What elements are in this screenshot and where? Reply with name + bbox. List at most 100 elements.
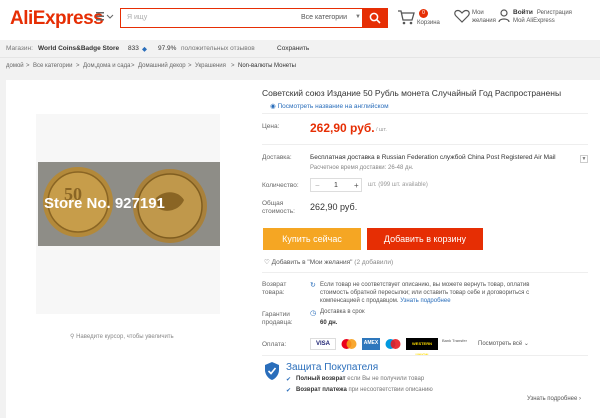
quantity-decrease-button[interactable]: − [315, 181, 320, 190]
total-label: Общая стоимость: [262, 200, 295, 216]
breadcrumb-sep: > [188, 63, 192, 69]
wishlist-button[interactable]: Мои желания [454, 9, 496, 25]
quantity-label: Количество: [262, 182, 299, 189]
zoom-hint: ⚲ Наведите курсор, чтобы увеличить [70, 333, 174, 340]
total-price: 262,90 руб. [310, 202, 358, 212]
breadcrumb-ornaments[interactable]: Украшения [195, 63, 226, 69]
price-label: Цена: [262, 123, 280, 130]
search-input[interactable]: Я ищу [127, 14, 147, 21]
guarantee-text: Доставка в срок [320, 309, 365, 315]
magnifier-icon: ⚲ [70, 334, 75, 340]
search-button[interactable] [362, 8, 388, 28]
category-select[interactable]: Все категории [301, 14, 347, 21]
diamond-icon: ◆ [142, 46, 147, 53]
search-bar[interactable]: Я ищу Все категории ▼ [120, 8, 388, 28]
price-unit: / шт. [376, 127, 387, 133]
price: 262,90 руб. [310, 121, 375, 135]
return-policy-text: Если товар не соответствует описанию, вы… [320, 281, 558, 305]
check-icon: ✔ [286, 388, 292, 394]
add-to-cart-button[interactable]: Добавить в корзину [367, 228, 483, 250]
guarantee-label-line2: продавца: [262, 319, 293, 326]
buy-now-button[interactable]: Купить сейчас [263, 228, 361, 250]
store-label: Магазин: [6, 45, 33, 52]
shipping-label: Доставка: [262, 154, 292, 161]
protection-payment-return-rest: при несоответствии описанию [348, 387, 433, 393]
store-name-link[interactable]: World Coins&Badge Store [38, 45, 119, 52]
return-icon: ↻ [310, 282, 316, 289]
learn-more-text[interactable]: Узнать подробнее [527, 396, 577, 402]
translate-title-text[interactable]: Посмотреть название на английском [277, 103, 388, 110]
categories-menu-button[interactable] [96, 11, 118, 25]
divider [262, 355, 588, 356]
total-label-line2: стоимость: [262, 208, 295, 215]
header: AliExpress Я ищу Все категории ▼ 0 Корзи… [0, 0, 600, 40]
account-menu[interactable]: Войти Регистрация Мой AliExpress [498, 9, 572, 25]
store-score: 833 [128, 45, 139, 52]
quantity-increase-button[interactable]: + [354, 181, 359, 190]
register-link[interactable]: Регистрация [537, 10, 572, 16]
quantity-stepper[interactable]: − 1 + [310, 178, 362, 192]
return-label: Возврат товара: [262, 281, 286, 297]
breadcrumb-all-categories[interactable]: Все категории [33, 63, 72, 69]
mastercard-icon [340, 338, 358, 350]
guarantee-label-line1: Гарантии [262, 311, 290, 318]
view-all-payments-text[interactable]: Посмотреть всё [478, 341, 522, 347]
check-icon: ✔ [286, 377, 292, 383]
cart-label: Корзина [417, 20, 440, 26]
total-label-line1: Общая [262, 200, 284, 207]
protection-payment-return-bold: Возврат платежа [296, 387, 347, 393]
product-image[interactable]: 50 Store No. 927191 [38, 162, 220, 246]
breadcrumb-sep: > [131, 63, 135, 69]
western-union-icon: WESTERN UNION [406, 338, 438, 357]
signin-link[interactable]: Войти [513, 9, 533, 16]
heart-icon [454, 9, 470, 23]
bank-transfer-icon: Bank Transfer [442, 338, 468, 350]
chevron-down-icon: ▼ [355, 14, 361, 20]
view-all-payments-link[interactable]: Посмотреть всё ⌄ [478, 340, 529, 347]
signin-register[interactable]: Войти Регистрация [513, 9, 572, 16]
divider [262, 113, 588, 114]
breadcrumb-home-garden[interactable]: Дом,дома и сада [83, 63, 130, 69]
zoom-hint-text: Наведите курсор, чтобы увеличить [76, 334, 174, 340]
breadcrumb-sep: > [26, 63, 30, 69]
buyer-protection-title: Защита Покупателя [286, 362, 379, 373]
search-icon [369, 12, 381, 24]
cart-button[interactable]: 0 Корзина [397, 9, 440, 27]
add-to-wishlist-link[interactable]: ♡ Добавить в "Мои желания" (2 добавили) [264, 258, 393, 266]
guarantee-days: 60 дн. [320, 320, 338, 326]
user-icon [498, 9, 510, 23]
quantity-input[interactable]: 1 [334, 182, 338, 189]
visa-icon: VISA [310, 338, 336, 350]
breadcrumb-sep: > [76, 63, 80, 69]
protection-payment-return: Возврат платежа при несоответствии описа… [296, 387, 433, 393]
translate-title-link[interactable]: ◉ Посмотреть название на английском [270, 102, 389, 110]
return-label-line1: Возврат [262, 281, 287, 288]
breadcrumb: домой > Все категории > Дом,дома и сада … [0, 60, 600, 74]
divider [262, 144, 588, 145]
breadcrumb-current: Non-валюты Монеты [238, 63, 296, 69]
divider [262, 272, 588, 273]
aliexpress-logo[interactable]: AliExpress [10, 8, 104, 30]
my-account-link[interactable]: Мой AliExpress [513, 18, 555, 24]
chevron-right-icon: › [579, 396, 582, 402]
guarantee-label: Гарантии продавца: [262, 311, 293, 327]
watermark-text: Store No. 927191 [44, 195, 165, 212]
clock-icon: ◷ [310, 310, 317, 317]
breadcrumb-home[interactable]: домой [6, 63, 24, 69]
add-to-wishlist-text[interactable]: Добавить в "Мои желания" [272, 259, 353, 266]
coins-image: 50 Store No. 927191 [38, 162, 220, 246]
save-store-button[interactable]: Сохранить [277, 45, 309, 52]
protection-full-refund-rest: если Вы не получили товар [347, 376, 425, 382]
protection-full-refund-bold: Полный возврат [296, 376, 346, 382]
return-more-link[interactable]: Узнать подробнее [400, 298, 450, 304]
learn-more-link[interactable]: Узнать подробнее › [527, 396, 581, 402]
protection-full-refund: Полный возврат если Вы не получили товар [296, 376, 424, 382]
positive-percent: 97.9% [158, 45, 177, 52]
return-label-line2: товара: [262, 289, 285, 296]
breadcrumb-sep: > [231, 63, 235, 69]
positive-label: положительных отзывов [181, 45, 255, 52]
breadcrumb-home-decor[interactable]: Домашний декор [138, 63, 186, 69]
shipping-dropdown[interactable]: ▼ [580, 155, 588, 163]
globe-icon: ◉ [270, 103, 276, 110]
shipping-method[interactable]: Бесплатная доставка в Russian Federation… [310, 154, 556, 161]
